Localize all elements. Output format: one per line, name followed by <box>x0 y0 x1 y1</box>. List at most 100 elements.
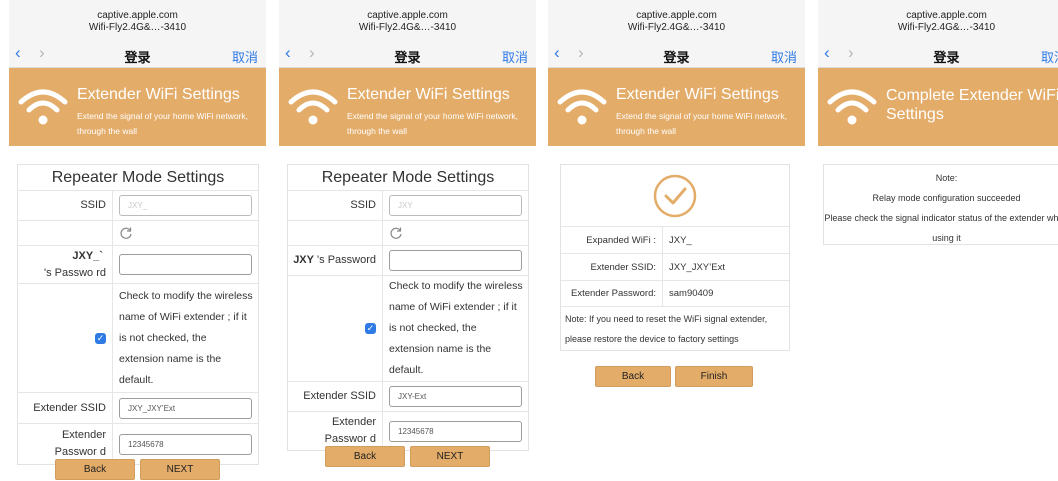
url-bar[interactable]: captive.apple.com Wifi-Fly2.4G&…-3410 <box>548 0 805 41</box>
banner-title: Complete Extender WiFi Settings <box>886 87 1058 123</box>
refresh-row <box>288 221 528 246</box>
form-heading: Repeater Mode Settings <box>18 165 258 191</box>
modify-name-hint: Check to modify the wireless name of WiF… <box>119 289 253 386</box>
expanded-wifi-value: JXY_ <box>669 234 692 246</box>
page-title: 登录 <box>933 50 960 65</box>
ssid-label: SSID <box>288 191 383 220</box>
extender-ssid-input[interactable]: JXY_JXY’Ext <box>119 397 252 419</box>
refresh-icon[interactable] <box>119 226 133 240</box>
nav-bar: ‹ › 登录 取消 <box>818 41 1058 68</box>
extender-password-row: Extender Passwor d 12345678 <box>288 412 528 450</box>
network-name: Wifi-Fly2.4G&…-3410 <box>627 22 726 33</box>
expanded-wifi-row: Expanded WiFi : JXY_ <box>561 227 789 254</box>
note-line-1: Relay mode configuration succeeded <box>872 193 1021 203</box>
extender-ssid-input[interactable]: JXY-Ext <box>389 386 522 407</box>
banner-subtitle: Extend the signal of your home WiFi netw… <box>347 111 519 136</box>
form-heading: Repeater Mode Settings <box>288 165 528 191</box>
header-banner: Extender WiFi Settings Extend the signal… <box>279 68 536 146</box>
url-bar[interactable]: captive.apple.com Wifi-Fly2.4G&…-3410 <box>818 0 1058 41</box>
screen-repeater-settings-2: captive.apple.com Wifi-Fly2.4G&…-3410 ‹ … <box>279 0 536 481</box>
extender-password-input[interactable]: 12345678 <box>389 420 522 442</box>
result-card: Expanded WiFi : JXY_ Extender SSID: JXY_… <box>560 164 790 351</box>
header-banner: Complete Extender WiFi Settings <box>818 68 1058 146</box>
header-banner: Extender WiFi Settings Extend the signal… <box>9 68 266 146</box>
page-title: 登录 <box>394 50 421 65</box>
password-ssid-prefix: JXY_` <box>72 249 103 262</box>
extender-ssid-row: Extender SSID JXY-Ext <box>288 382 528 412</box>
url-host: captive.apple.com <box>906 10 987 21</box>
extender-password-input[interactable]: 12345678 <box>119 433 252 455</box>
banner-title: Extender WiFi Settings <box>77 86 240 103</box>
page-title: 登录 <box>663 50 690 65</box>
url-host: captive.apple.com <box>97 10 178 21</box>
repeater-form: Repeater Mode Settings SSID JXY_ JXY_` '… <box>17 164 259 465</box>
back-button[interactable]: Back <box>55 459 135 480</box>
extender-password-label: Extender Password: <box>561 281 663 306</box>
back-button[interactable]: Back <box>595 366 671 387</box>
ssid-input[interactable]: JXY <box>389 195 522 216</box>
password-row: JXY 's Password <box>288 246 528 276</box>
next-button[interactable]: NEXT <box>140 459 220 480</box>
refresh-icon[interactable] <box>389 226 403 240</box>
modify-name-hint: Check to modify the wireless name of WiF… <box>389 280 523 376</box>
expanded-wifi-label: Expanded WiFi : <box>561 227 663 253</box>
extender-ssid-label: Extender SSID: <box>561 254 663 280</box>
wifi-icon <box>18 89 68 125</box>
extender-password-label: Extender Passwor d <box>18 424 113 464</box>
extender-ssid-row: Extender SSID JXY_JXY’Ext <box>18 393 258 424</box>
cancel-button[interactable]: 取消 <box>771 47 797 66</box>
url-bar[interactable]: captive.apple.com Wifi-Fly2.4G&…-3410 <box>279 0 536 41</box>
modify-name-row: ✓ Check to modify the wireless name of W… <box>288 276 528 382</box>
success-check-icon <box>653 174 697 217</box>
wifi-icon <box>557 89 607 125</box>
extender-ssid-label: Extender SSID <box>18 393 113 423</box>
cancel-button[interactable]: 取消 <box>1041 47 1058 66</box>
next-button[interactable]: NEXT <box>410 446 490 467</box>
screen-complete: captive.apple.com Wifi-Fly2.4G&…-3410 ‹ … <box>818 0 1058 481</box>
password-label: 's Password <box>317 254 376 266</box>
password-ssid-prefix: JXY <box>293 254 314 266</box>
ssid-row: SSID JXY_ <box>18 191 258 221</box>
success-row <box>561 165 789 227</box>
nav-bar: ‹ › 登录 取消 <box>548 41 805 68</box>
nav-bar: ‹ › 登录 取消 <box>9 41 266 68</box>
extender-password-value: sam90409 <box>669 288 714 299</box>
back-button[interactable]: Back <box>325 446 405 467</box>
reset-note-row: Note: If you need to reset the WiFi sign… <box>561 307 789 350</box>
completion-note: Note: Relay mode configuration succeeded… <box>823 164 1058 245</box>
repeater-form: Repeater Mode Settings SSID JXY JXY 's P… <box>287 164 529 451</box>
cancel-button[interactable]: 取消 <box>502 47 528 66</box>
note-line-2: Please check the signal indicator status… <box>824 213 1058 243</box>
modify-name-row: ✓ Check to modify the wireless name of W… <box>18 284 258 393</box>
password-input[interactable] <box>389 250 522 271</box>
wifi-icon <box>288 89 338 125</box>
network-name: Wifi-Fly2.4G&…-3410 <box>897 22 996 33</box>
finish-button[interactable]: Finish <box>675 366 753 387</box>
extender-ssid-row: Extender SSID: JXY_JXY’Ext <box>561 254 789 281</box>
header-banner: Extender WiFi Settings Extend the signal… <box>548 68 805 146</box>
cancel-button[interactable]: 取消 <box>232 47 258 66</box>
url-bar[interactable]: captive.apple.com Wifi-Fly2.4G&…-3410 <box>9 0 266 41</box>
modify-name-checkbox[interactable]: ✓ <box>95 332 106 344</box>
refresh-row <box>18 221 258 246</box>
ssid-row: SSID JXY <box>288 191 528 221</box>
url-host: captive.apple.com <box>636 10 717 21</box>
note-title: Note: <box>935 173 958 183</box>
url-host: captive.apple.com <box>367 10 448 21</box>
page-title: 登录 <box>124 50 151 65</box>
password-input[interactable] <box>119 254 252 275</box>
banner-title: Extender WiFi Settings <box>347 86 510 103</box>
screen-repeater-settings-1: captive.apple.com Wifi-Fly2.4G&…-3410 ‹ … <box>9 0 266 481</box>
wifi-icon <box>827 89 877 125</box>
nav-bar: ‹ › 登录 取消 <box>279 41 536 68</box>
extender-password-label: Extender Passwor d <box>288 412 383 450</box>
banner-subtitle: Extend the signal of your home WiFi netw… <box>77 111 249 136</box>
ssid-label: SSID <box>18 191 113 220</box>
extender-password-row: Extender Password: sam90409 <box>561 281 789 307</box>
reset-note: Note: If you need to reset the WiFi sign… <box>565 313 768 344</box>
network-name: Wifi-Fly2.4G&…-3410 <box>88 22 187 33</box>
banner-title: Extender WiFi Settings <box>616 86 779 103</box>
ssid-input[interactable]: JXY_ <box>119 195 252 216</box>
extender-ssid-value: JXY_JXY’Ext <box>669 261 725 273</box>
modify-name-checkbox[interactable]: ✓ <box>365 323 376 334</box>
